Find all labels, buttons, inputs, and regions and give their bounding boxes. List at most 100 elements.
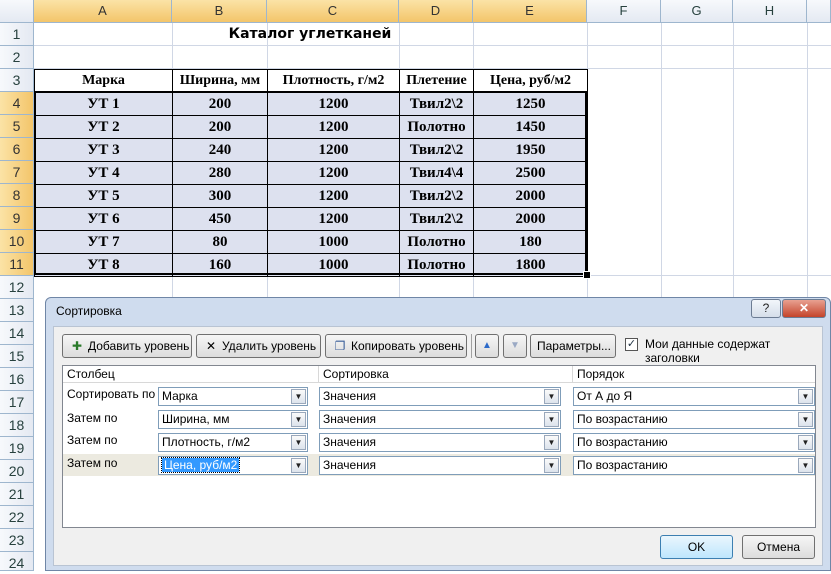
- header-cell[interactable]: Плотность, г/м2: [267, 69, 400, 93]
- cell[interactable]: 1800: [473, 253, 588, 277]
- chevron-down-icon[interactable]: ▼: [798, 389, 813, 404]
- cell[interactable]: 1200: [267, 138, 400, 162]
- select-all-corner[interactable]: [0, 0, 34, 23]
- row-header-10[interactable]: 10: [0, 230, 34, 253]
- row-header-17[interactable]: 17: [0, 391, 34, 414]
- chevron-down-icon[interactable]: ▼: [291, 412, 306, 427]
- cell[interactable]: УТ 2: [34, 115, 173, 139]
- row-header-8[interactable]: 8: [0, 184, 34, 207]
- cell[interactable]: УТ 1: [34, 92, 173, 116]
- cell[interactable]: 200: [172, 115, 268, 139]
- row-header-7[interactable]: 7: [0, 161, 34, 184]
- cell[interactable]: 80: [172, 230, 268, 254]
- cell[interactable]: 1200: [267, 207, 400, 231]
- cell[interactable]: Полотно: [399, 230, 474, 254]
- row-header-3[interactable]: 3: [0, 69, 34, 92]
- cell[interactable]: УТ 7: [34, 230, 173, 254]
- sort-on-select[interactable]: Значения ▼: [319, 456, 561, 475]
- column-header-a[interactable]: A: [34, 0, 172, 23]
- chevron-down-icon[interactable]: ▼: [798, 458, 813, 473]
- column-select[interactable]: Марка ▼: [158, 387, 308, 406]
- cell[interactable]: 2500: [473, 161, 588, 185]
- add-level-button[interactable]: ✚ Добавить уровень: [62, 334, 192, 358]
- row-header-18[interactable]: 18: [0, 414, 34, 437]
- cell[interactable]: УТ 4: [34, 161, 173, 185]
- fill-handle[interactable]: [583, 271, 591, 279]
- row-header-24[interactable]: 24: [0, 552, 34, 571]
- move-up-button[interactable]: ▲: [475, 334, 499, 358]
- column-select[interactable]: Цена, руб/м2 ▼: [158, 456, 308, 475]
- chevron-down-icon[interactable]: ▼: [291, 389, 306, 404]
- cell[interactable]: 180: [473, 230, 588, 254]
- copy-level-button[interactable]: ❐ Копировать уровень: [325, 334, 467, 358]
- header-cell[interactable]: Марка: [34, 69, 173, 93]
- cancel-button[interactable]: Отмена: [742, 535, 815, 559]
- order-select[interactable]: По возрастанию ▼: [573, 456, 815, 475]
- sort-on-select[interactable]: Значения ▼: [319, 387, 561, 406]
- options-button[interactable]: Параметры...: [530, 334, 616, 358]
- cell[interactable]: 240: [172, 138, 268, 162]
- sort-on-select[interactable]: Значения ▼: [319, 410, 561, 429]
- close-button[interactable]: ✕: [782, 299, 826, 318]
- cell[interactable]: Твил2\2: [399, 138, 474, 162]
- chevron-down-icon[interactable]: ▼: [291, 435, 306, 450]
- chevron-down-icon[interactable]: ▼: [798, 435, 813, 450]
- cell[interactable]: 1200: [267, 92, 400, 116]
- row-header-5[interactable]: 5: [0, 115, 34, 138]
- row-header-20[interactable]: 20: [0, 460, 34, 483]
- column-header-e[interactable]: E: [473, 0, 587, 23]
- row-header-21[interactable]: 21: [0, 483, 34, 506]
- cell[interactable]: 1200: [267, 184, 400, 208]
- column-select[interactable]: Плотность, г/м2 ▼: [158, 433, 308, 452]
- ok-button[interactable]: OK: [660, 535, 733, 559]
- row-header-4[interactable]: 4: [0, 92, 34, 115]
- cell[interactable]: 1250: [473, 92, 588, 116]
- cell[interactable]: 160: [172, 253, 268, 277]
- cell[interactable]: Твил2\2: [399, 184, 474, 208]
- column-select[interactable]: Ширина, мм ▼: [158, 410, 308, 429]
- cell[interactable]: 450: [172, 207, 268, 231]
- row-header-11[interactable]: 11: [0, 253, 34, 276]
- column-header-h[interactable]: H: [733, 0, 807, 23]
- cell[interactable]: Твил2\2: [399, 92, 474, 116]
- row-header-14[interactable]: 14: [0, 322, 34, 345]
- order-select[interactable]: По возрастанию ▼: [573, 433, 815, 452]
- chevron-down-icon[interactable]: ▼: [544, 412, 559, 427]
- column-header-d[interactable]: D: [399, 0, 473, 23]
- cell[interactable]: 2000: [473, 184, 588, 208]
- cell[interactable]: 1200: [267, 115, 400, 139]
- cell[interactable]: УТ 6: [34, 207, 173, 231]
- cell[interactable]: Твил2\2: [399, 207, 474, 231]
- cell[interactable]: Полотно: [399, 253, 474, 277]
- delete-level-button[interactable]: ✕ Удалить уровень: [196, 334, 321, 358]
- dialog-titlebar[interactable]: Сортировка ? ✕: [46, 298, 830, 326]
- chevron-down-icon[interactable]: ▼: [544, 435, 559, 450]
- row-header-2[interactable]: 2: [0, 46, 34, 69]
- row-header-1[interactable]: 1: [0, 23, 34, 46]
- cell[interactable]: УТ 8: [34, 253, 173, 277]
- cell[interactable]: УТ 3: [34, 138, 173, 162]
- chevron-down-icon[interactable]: ▼: [798, 412, 813, 427]
- row-header-16[interactable]: 16: [0, 368, 34, 391]
- sheet-title[interactable]: Каталог углетканей: [34, 23, 586, 46]
- row-header-23[interactable]: 23: [0, 529, 34, 552]
- cell[interactable]: 2000: [473, 207, 588, 231]
- column-header-c[interactable]: C: [267, 0, 399, 23]
- row-header-9[interactable]: 9: [0, 207, 34, 230]
- row-header-12[interactable]: 12: [0, 276, 34, 299]
- sort-on-select[interactable]: Значения ▼: [319, 433, 561, 452]
- cell[interactable]: УТ 5: [34, 184, 173, 208]
- cell[interactable]: 1950: [473, 138, 588, 162]
- order-select[interactable]: По возрастанию ▼: [573, 410, 815, 429]
- header-cell[interactable]: Цена, руб/м2: [473, 69, 588, 93]
- column-header-f[interactable]: F: [587, 0, 661, 23]
- cell[interactable]: 1200: [267, 161, 400, 185]
- cell[interactable]: 300: [172, 184, 268, 208]
- row-header-13[interactable]: 13: [0, 299, 34, 322]
- cell[interactable]: Твил4\4: [399, 161, 474, 185]
- header-cell[interactable]: Плетение: [399, 69, 474, 93]
- row-header-19[interactable]: 19: [0, 437, 34, 460]
- cell[interactable]: Полотно: [399, 115, 474, 139]
- help-button[interactable]: ?: [751, 299, 781, 318]
- cell[interactable]: 1450: [473, 115, 588, 139]
